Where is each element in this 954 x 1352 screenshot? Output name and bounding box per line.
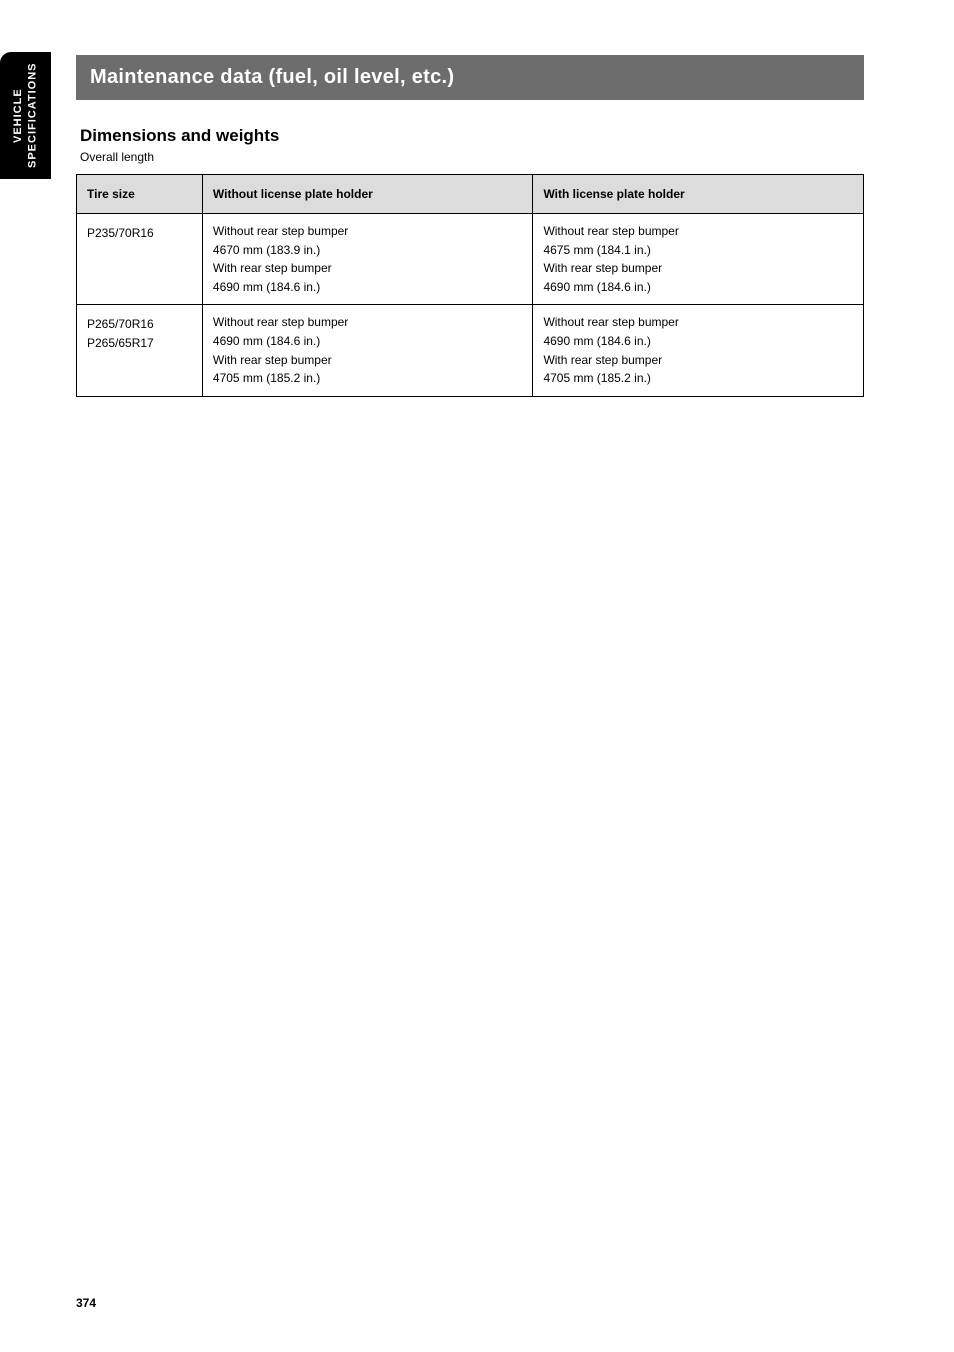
cell-tire: P265/70R16P265/65R17 xyxy=(77,305,203,396)
col-header-without: Without license plate holder xyxy=(202,175,533,214)
col-header-with: With license plate holder xyxy=(533,175,864,214)
spec-table: Tire size Without license plate holder W… xyxy=(76,174,864,397)
cell-with: Without rear step bumper4675 mm (184.1 i… xyxy=(533,214,864,305)
page-number: 374 xyxy=(76,1296,96,1310)
subtitle: Dimensions and weights xyxy=(80,126,864,146)
table-header-row: Tire size Without license plate holder W… xyxy=(77,175,864,214)
table-row: P265/70R16P265/65R17 Without rear step b… xyxy=(77,305,864,396)
minor-label: Overall length xyxy=(80,150,864,164)
side-tab-label: VEHICLE SPECIFICATIONS xyxy=(11,52,40,179)
col-header-tire: Tire size xyxy=(77,175,203,214)
table-row: P235/70R16 Without rear step bumper4670 … xyxy=(77,214,864,305)
main-content: Maintenance data (fuel, oil level, etc.)… xyxy=(76,55,864,397)
cell-without: Without rear step bumper4690 mm (184.6 i… xyxy=(202,305,533,396)
side-tab: VEHICLE SPECIFICATIONS xyxy=(0,52,51,179)
cell-with: Without rear step bumper4690 mm (184.6 i… xyxy=(533,305,864,396)
section-heading: Maintenance data (fuel, oil level, etc.) xyxy=(76,55,864,100)
cell-tire: P235/70R16 xyxy=(77,214,203,305)
cell-without: Without rear step bumper4670 mm (183.9 i… xyxy=(202,214,533,305)
